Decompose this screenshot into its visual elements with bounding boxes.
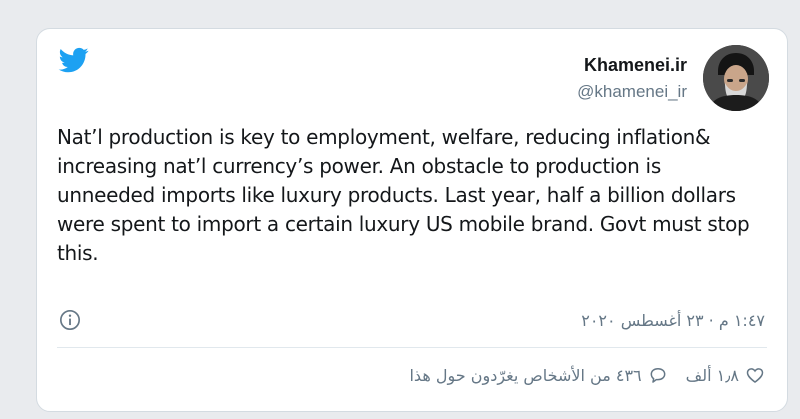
like-button[interactable]: ١٫٨ ألف [686, 365, 765, 385]
info-icon[interactable] [59, 309, 81, 331]
twitter-bird-icon[interactable] [57, 45, 91, 75]
reply-button[interactable]: ٤٣٦ من الأشخاص يغرّدون حول هذا [409, 365, 667, 385]
speech-bubble-icon [650, 368, 666, 383]
tweet-actions: ١٫٨ ألف ٤٣٦ من الأشخاص يغرّدون حول هذا [409, 365, 765, 385]
like-count: ١٫٨ ألف [685, 365, 739, 385]
avatar-portrait [703, 45, 769, 111]
divider [57, 347, 767, 348]
author-block[interactable]: Khamenei.ir @khamenei_ir [577, 55, 687, 102]
author-handle[interactable]: @khamenei_ir [577, 82, 687, 102]
avatar[interactable] [703, 45, 769, 111]
heart-icon [746, 368, 764, 384]
tweet-timestamp[interactable]: ١:٤٧ م · ٢٣ أغسطس ٢٠٢٠ [581, 311, 765, 330]
reply-count: ٤٣٦ من الأشخاص يغرّدون حول هذا [409, 365, 642, 385]
tweet-text: Nat’l production is key to employment, w… [57, 125, 750, 265]
tweet-card[interactable]: Khamenei.ir @khamenei_ir Nat’l productio… [36, 28, 788, 412]
author-name[interactable]: Khamenei.ir [577, 55, 687, 76]
